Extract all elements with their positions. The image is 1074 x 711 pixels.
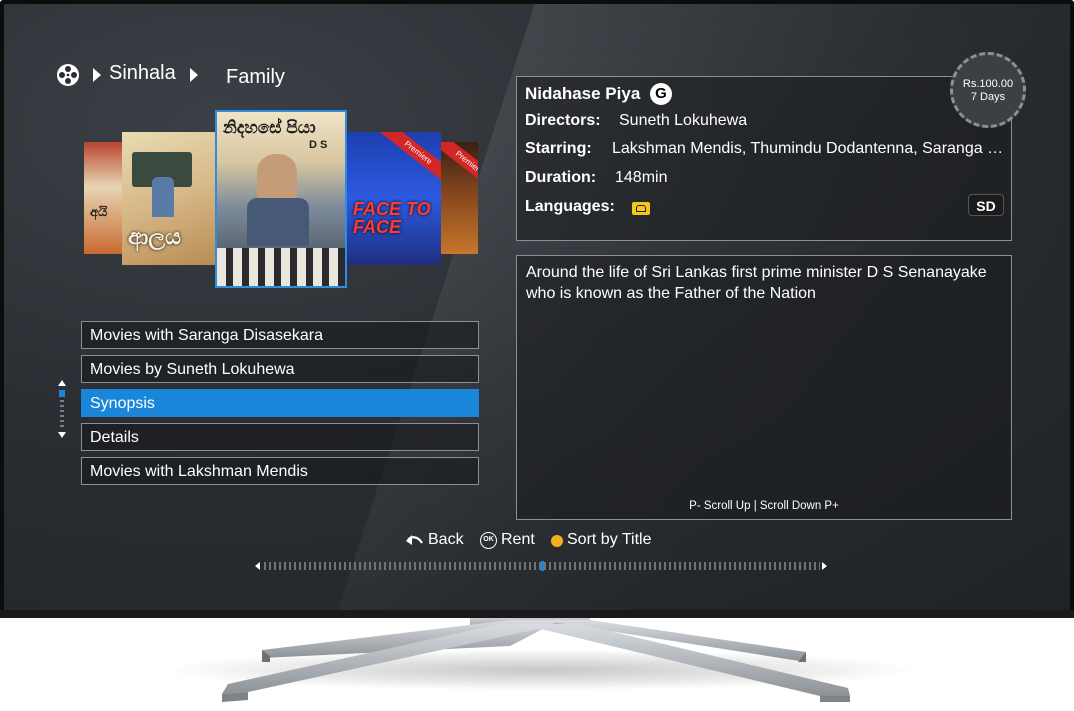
poster-subtitle: D S <box>309 139 328 151</box>
menu-item-movies-by-suneth[interactable]: Movies by Suneth Lokuhewa <box>81 355 479 383</box>
yellow-dot-icon <box>551 535 563 547</box>
poster-title: නිදහසේ පියා <box>223 118 316 137</box>
quality-badge: SD <box>968 194 1004 216</box>
breadcrumb-separator-icon <box>93 68 101 82</box>
menu-item-movies-with-lakshman[interactable]: Movies with Lakshman Mendis <box>81 457 479 485</box>
synopsis-panel: Around the life of Sri Lankas first prim… <box>516 255 1012 520</box>
menu-item-movies-with-saranga[interactable]: Movies with Saranga Disasekara <box>81 321 479 349</box>
movie-title: Nidahase Piya <box>525 84 641 103</box>
menu-item-synopsis[interactable]: Synopsis <box>81 389 479 417</box>
rent-button[interactable]: Rent <box>501 531 535 549</box>
breadcrumb-current: Family <box>226 66 285 88</box>
scroll-down-icon[interactable] <box>58 432 66 438</box>
premiere-ribbon: Premiere <box>378 132 441 187</box>
rental-period: 7 Days <box>970 91 1006 103</box>
ok-icon-text: OK <box>483 536 494 543</box>
duration-value: 148min <box>615 169 668 186</box>
timeline-left-icon[interactable] <box>255 562 260 570</box>
price-amount: Rs.100.00 <box>962 78 1014 90</box>
languages-label: Languages: <box>525 198 615 215</box>
back-arrow-icon[interactable] <box>406 533 424 547</box>
poster-tile-selected[interactable]: නිදහසේ පියා D S <box>215 110 347 288</box>
sinhala-language-icon <box>632 202 650 215</box>
sort-by-title-button[interactable]: Sort by Title <box>567 531 651 549</box>
directors-label: Directors: <box>525 112 601 129</box>
poster-tile[interactable]: Premiere FACE TO FACE <box>347 132 441 265</box>
premiere-ribbon: Premiere <box>441 142 478 197</box>
poster-title: FACE TO FACE <box>353 199 431 237</box>
poster-tile[interactable]: ආලය <box>122 132 216 265</box>
ok-button-icon[interactable]: OK <box>480 532 497 549</box>
menu-item-details[interactable]: Details <box>81 423 479 451</box>
scroll-hint: P- Scroll Up | Scroll Down P+ <box>689 500 839 512</box>
stand-base <box>222 620 850 702</box>
poster-tile[interactable]: Premiere <box>441 142 478 254</box>
back-button[interactable]: Back <box>428 531 464 549</box>
poster-title: ආලය <box>128 224 181 249</box>
timeline-right-icon[interactable] <box>822 562 827 570</box>
rating-value: G <box>655 85 667 102</box>
timeline-position <box>541 561 544 571</box>
breadcrumb-separator-icon <box>190 68 198 82</box>
synopsis-text: Around the life of Sri Lankas first prim… <box>526 264 987 302</box>
directors-value: Suneth Lokuhewa <box>619 112 748 129</box>
movie-details-panel: Nidahase Piya G Directors: Suneth Lokuhe… <box>516 76 1012 241</box>
scroll-thumb <box>59 390 65 397</box>
starring-label: Starring: <box>525 140 592 157</box>
breadcrumb-root[interactable]: Sinhala <box>109 62 176 85</box>
rating-badge: G <box>650 83 672 105</box>
price-badge: Rs.100.00 7 Days <box>950 52 1026 128</box>
poster-tile[interactable]: අයි <box>84 142 122 254</box>
starring-value: Lakshman Mendis, Thumindu Dodantenna, Sa… <box>612 140 1012 157</box>
duration-label: Duration: <box>525 169 597 186</box>
film-reel-icon[interactable] <box>56 63 80 87</box>
poster-title: අයි <box>90 204 108 219</box>
scroll-up-icon[interactable] <box>58 380 66 386</box>
